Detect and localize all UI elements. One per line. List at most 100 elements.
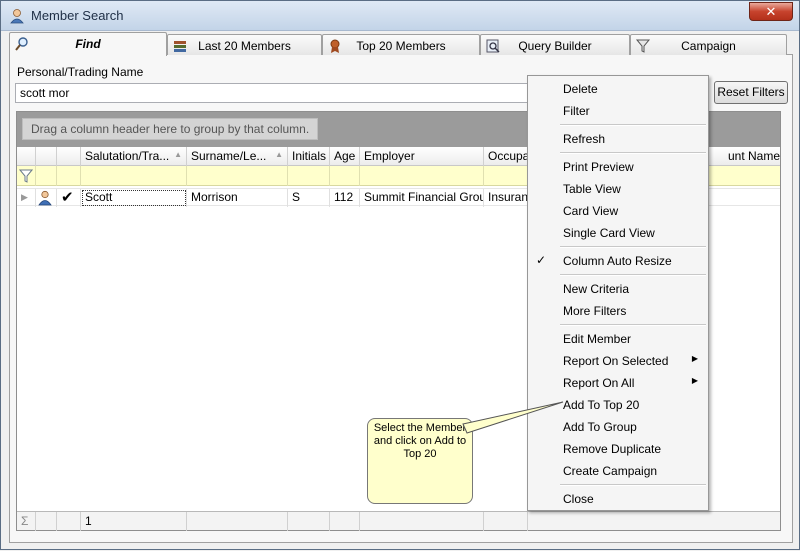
column-header-surname[interactable]: Surname/Le... ▲ [187,147,288,166]
tab-last-20-label: Last 20 Members [198,39,291,53]
check-icon: ✓ [536,253,547,267]
summary-count: 1 [81,512,187,531]
column-header-surname-label: Surname/Le... [191,149,267,163]
filter-cell[interactable] [187,166,288,186]
title-bar: Member Search ✕ [1,1,799,31]
filter-cell[interactable] [81,166,187,186]
menu-item-label: Print Preview [563,160,634,174]
column-header-occupation[interactable]: Occupa [484,147,528,166]
column-header-employer[interactable]: Employer [360,147,484,166]
tab-find[interactable]: Find [9,32,167,56]
menu-item-close[interactable]: Close [528,488,708,510]
close-button[interactable]: ✕ [749,2,793,21]
column-header-age[interactable]: Age [330,147,360,166]
tab-last-20-members[interactable]: Last 20 Members [167,34,322,55]
header-indicator-cell [17,147,36,166]
header-icon-cell [36,147,57,166]
menu-item-print-preview[interactable]: Print Preview [528,156,708,178]
summary-cell [288,512,330,531]
column-header-initials[interactable]: Initials [288,147,330,166]
personal-trading-name-input[interactable] [15,83,531,103]
row-indicator-icon[interactable]: ▶ [17,189,36,207]
cell-surname[interactable]: Morrison [187,189,288,207]
member-search-icon [10,9,24,24]
menu-item-label: Delete [563,82,598,96]
filter-cell[interactable] [360,166,484,186]
cell-employer[interactable]: Summit Financial Grou... [360,189,484,207]
tab-campaign[interactable]: Campaign [630,34,787,55]
menu-item-refresh[interactable]: Refresh [528,128,708,150]
selected-checkmark-icon[interactable]: ✔ [57,189,81,207]
summary-cell [330,512,360,531]
menu-item-label: Report On All [563,376,635,390]
menu-item-add-to-top-20[interactable]: Add To Top 20 [528,394,708,416]
tab-top-20-members[interactable]: Top 20 Members [322,34,480,55]
cell-salutation[interactable]: Scott [81,189,187,207]
group-by-hint[interactable]: Drag a column header here to group by th… [22,118,319,140]
menu-item-column-auto-resize[interactable]: ✓ Column Auto Resize [528,250,708,272]
tab-strip: Find Last 20 Members Top 20 Members Quer… [9,32,793,56]
menu-separator [560,152,706,154]
menu-item-single-card-view[interactable]: Single Card View [528,222,708,244]
filter-cell[interactable] [484,166,528,186]
grid-summary-row: Σ 1 [17,511,780,531]
summary-cell [36,512,57,531]
menu-item-new-criteria[interactable]: New Criteria [528,278,708,300]
menu-item-label: Close [563,492,594,506]
menu-item-report-on-all[interactable]: Report On All ▶ [528,372,708,394]
menu-item-label: Card View [563,204,619,218]
summary-cell [187,512,288,531]
menu-item-label: Column Auto Resize [563,254,672,268]
menu-item-more-filters[interactable]: More Filters [528,300,708,322]
cell-occupation[interactable]: Insuranc [484,189,528,207]
instruction-callout: Select the Member and click on Add to To… [367,418,473,504]
grid-context-menu: Delete Filter Refresh Print Preview Tabl… [527,75,709,511]
cell-age[interactable]: 112 [330,189,360,207]
menu-item-table-view[interactable]: Table View [528,178,708,200]
tab-query-builder[interactable]: Query Builder [480,34,630,55]
window-title: Member Search [31,8,124,23]
menu-item-label: Filter [563,104,590,118]
column-header-salutation[interactable]: Salutation/Tra... ▲ [81,147,187,166]
column-header-salutation-label: Salutation/Tra... [85,149,170,163]
menu-separator [560,246,706,248]
menu-separator [560,324,706,326]
sort-arrow-icon: ▲ [174,150,182,159]
menu-item-filter[interactable]: Filter [528,100,708,122]
filter-cell[interactable] [36,166,57,186]
menu-item-label: Refresh [563,132,606,146]
menu-item-card-view[interactable]: Card View [528,200,708,222]
submenu-arrow-icon: ▶ [691,354,698,363]
menu-item-label: More Filters [563,304,627,318]
menu-item-label: Report On Selected [563,354,669,368]
menu-separator [560,124,706,126]
summary-cell [360,512,484,531]
header-check-cell [57,147,81,166]
menu-item-label: Remove Duplicate [563,442,662,456]
filter-cell[interactable] [57,166,81,186]
menu-item-report-on-selected[interactable]: Report On Selected ▶ [528,350,708,372]
member-search-window: Member Search ✕ Find Last 20 Members Top… [0,0,800,550]
menu-item-delete[interactable]: Delete [528,78,708,100]
menu-item-label: Create Campaign [563,464,658,478]
menu-item-create-campaign[interactable]: Create Campaign [528,460,708,482]
menu-item-label: Table View [563,182,621,196]
tab-campaign-label: Campaign [681,39,736,53]
filter-cell[interactable] [330,166,360,186]
menu-item-label: Edit Member [563,332,632,346]
menu-separator [560,274,706,276]
menu-item-edit-member[interactable]: Edit Member [528,328,708,350]
menu-item-remove-duplicate[interactable]: Remove Duplicate [528,438,708,460]
summary-sigma-icon: Σ [17,512,36,531]
filter-icon-cell[interactable] [17,166,36,186]
filter-icon [19,169,33,183]
member-person-icon [38,190,52,206]
cell-initials[interactable]: S [288,189,330,207]
reset-filters-button[interactable]: Reset Filters [714,81,788,104]
personal-trading-name-label: Personal/Trading Name [17,65,144,79]
tab-top-20-label: Top 20 Members [356,39,446,53]
menu-item-add-to-group[interactable]: Add To Group [528,416,708,438]
filter-cell[interactable] [288,166,330,186]
menu-separator [560,484,706,486]
menu-item-label: New Criteria [563,282,630,296]
